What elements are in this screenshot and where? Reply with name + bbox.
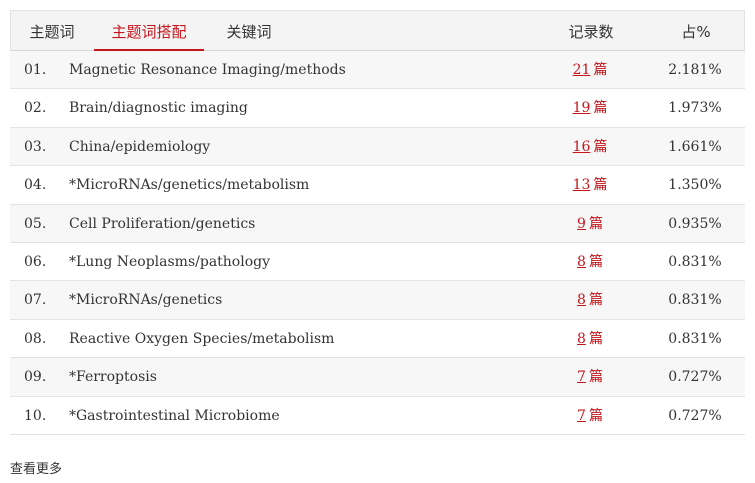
row-percent: 2.181% [668,62,722,78]
tab-header: 主题词 主题词搭配 关键词 记录数 占% [10,10,745,52]
row-count-cell: 19 篇 [550,89,630,127]
tab-subject-term-combinations[interactable]: 主题词搭配 [94,11,204,52]
row-index: 04. [24,177,47,194]
table-row: 10. *Gastrointestinal Microbiome 7篇 0.72… [10,396,745,435]
row-count-cell: 21 篇 [550,51,630,89]
row-index: 09. [24,369,47,386]
row-count-unit: 篇 [593,138,608,155]
row-percent: 0.935% [668,215,722,232]
row-term: China/epidemiology [69,138,211,155]
row-count-link[interactable]: 8 [577,331,586,347]
table-row: 08. Reactive Oxygen Species/metabolism 8… [10,319,745,359]
row-count-unit: 篇 [588,292,603,309]
row-percent: 1.661% [668,138,722,155]
row-percent: 0.831% [668,292,722,309]
row-percent: 0.831% [668,330,722,347]
row-index: 01. [24,62,47,78]
row-term: Brain/diagnostic imaging [69,100,248,117]
row-count-cell: 13 篇 [550,166,630,204]
row-index: 07. [24,292,47,309]
row-index: 02. [24,100,47,117]
column-header-percent: 占% [681,23,711,41]
row-term: *Ferroptosis [69,369,157,386]
row-count-link[interactable]: 16 [573,139,591,155]
row-index: 06. [24,253,47,270]
row-percent: 0.727% [668,369,722,386]
row-count-cell: 8篇 [550,320,630,358]
row-count-cell: 9篇 [550,205,630,243]
row-count-link[interactable]: 8 [577,292,586,308]
row-term: Cell Proliferation/genetics [69,215,256,232]
column-header-count: 记录数 [568,23,614,41]
table-row: 09. *Ferroptosis 7篇 0.727% [10,358,745,397]
row-term: *MicroRNAs/genetics [69,292,223,309]
table-row: 06. *Lung Neoplasms/pathology 8篇 0.831% [10,242,745,282]
row-count-link[interactable]: 13 [573,177,591,193]
row-count-cell: 7篇 [550,397,630,435]
row-count-cell: 7篇 [550,358,630,396]
row-count-link[interactable]: 9 [577,216,586,232]
row-count-link[interactable]: 19 [573,100,591,116]
view-more-link[interactable]: 查看更多 [10,458,62,477]
row-index: 05. [24,215,47,232]
row-count-unit: 篇 [588,330,603,347]
table-row: 04. *MicroRNAs/genetics/metabolism 13 篇 1… [10,166,745,205]
row-term: *Lung Neoplasms/pathology [69,253,271,270]
table-row: 07. *MicroRNAs/genetics 8篇 0.831% [10,281,745,320]
table-row: 01. Magnetic Resonance Imaging/methods 2… [10,51,745,90]
row-count-cell: 16 篇 [550,128,630,166]
table-row: 02. Brain/diagnostic imaging 19 篇 1.973% [10,89,745,128]
row-term: Reactive Oxygen Species/metabolism [69,330,335,347]
row-count-unit: 篇 [593,177,608,194]
row-count-link[interactable]: 21 [573,62,591,78]
term-list: 01. Magnetic Resonance Imaging/methods 2… [10,51,745,435]
row-count-unit: 篇 [588,369,603,386]
row-index: 10. [24,407,47,424]
row-term: Magnetic Resonance Imaging/methods [69,62,346,78]
row-count-link[interactable]: 7 [577,369,586,385]
row-term: *Gastrointestinal Microbiome [69,407,280,424]
tab-keywords[interactable]: 关键词 [214,11,284,51]
row-term: *MicroRNAs/genetics/metabolism [69,177,310,194]
row-percent: 1.973% [668,100,722,117]
row-index: 08. [24,330,47,347]
row-count-unit: 篇 [588,407,603,424]
topic-panel: 主题词 主题词搭配 关键词 记录数 占% 01. Magnetic Resona… [10,10,745,435]
row-percent: 1.350% [668,177,722,194]
row-count-link[interactable]: 7 [577,408,586,424]
table-row: 05. Cell Proliferation/genetics 9篇 0.935… [10,204,745,243]
tab-subject-terms[interactable]: 主题词 [17,11,87,51]
row-count-unit: 篇 [593,62,608,78]
row-percent: 0.727% [668,407,722,424]
row-count-unit: 篇 [588,215,603,232]
row-count-link[interactable]: 8 [577,254,586,270]
row-count-cell: 8篇 [550,281,630,319]
row-count-unit: 篇 [593,100,608,117]
row-index: 03. [24,138,47,155]
table-row: 03. China/epidemiology 16 篇 1.661% [10,127,745,167]
row-count-cell: 8篇 [550,243,630,281]
row-percent: 0.831% [668,253,722,270]
row-count-unit: 篇 [588,253,603,270]
